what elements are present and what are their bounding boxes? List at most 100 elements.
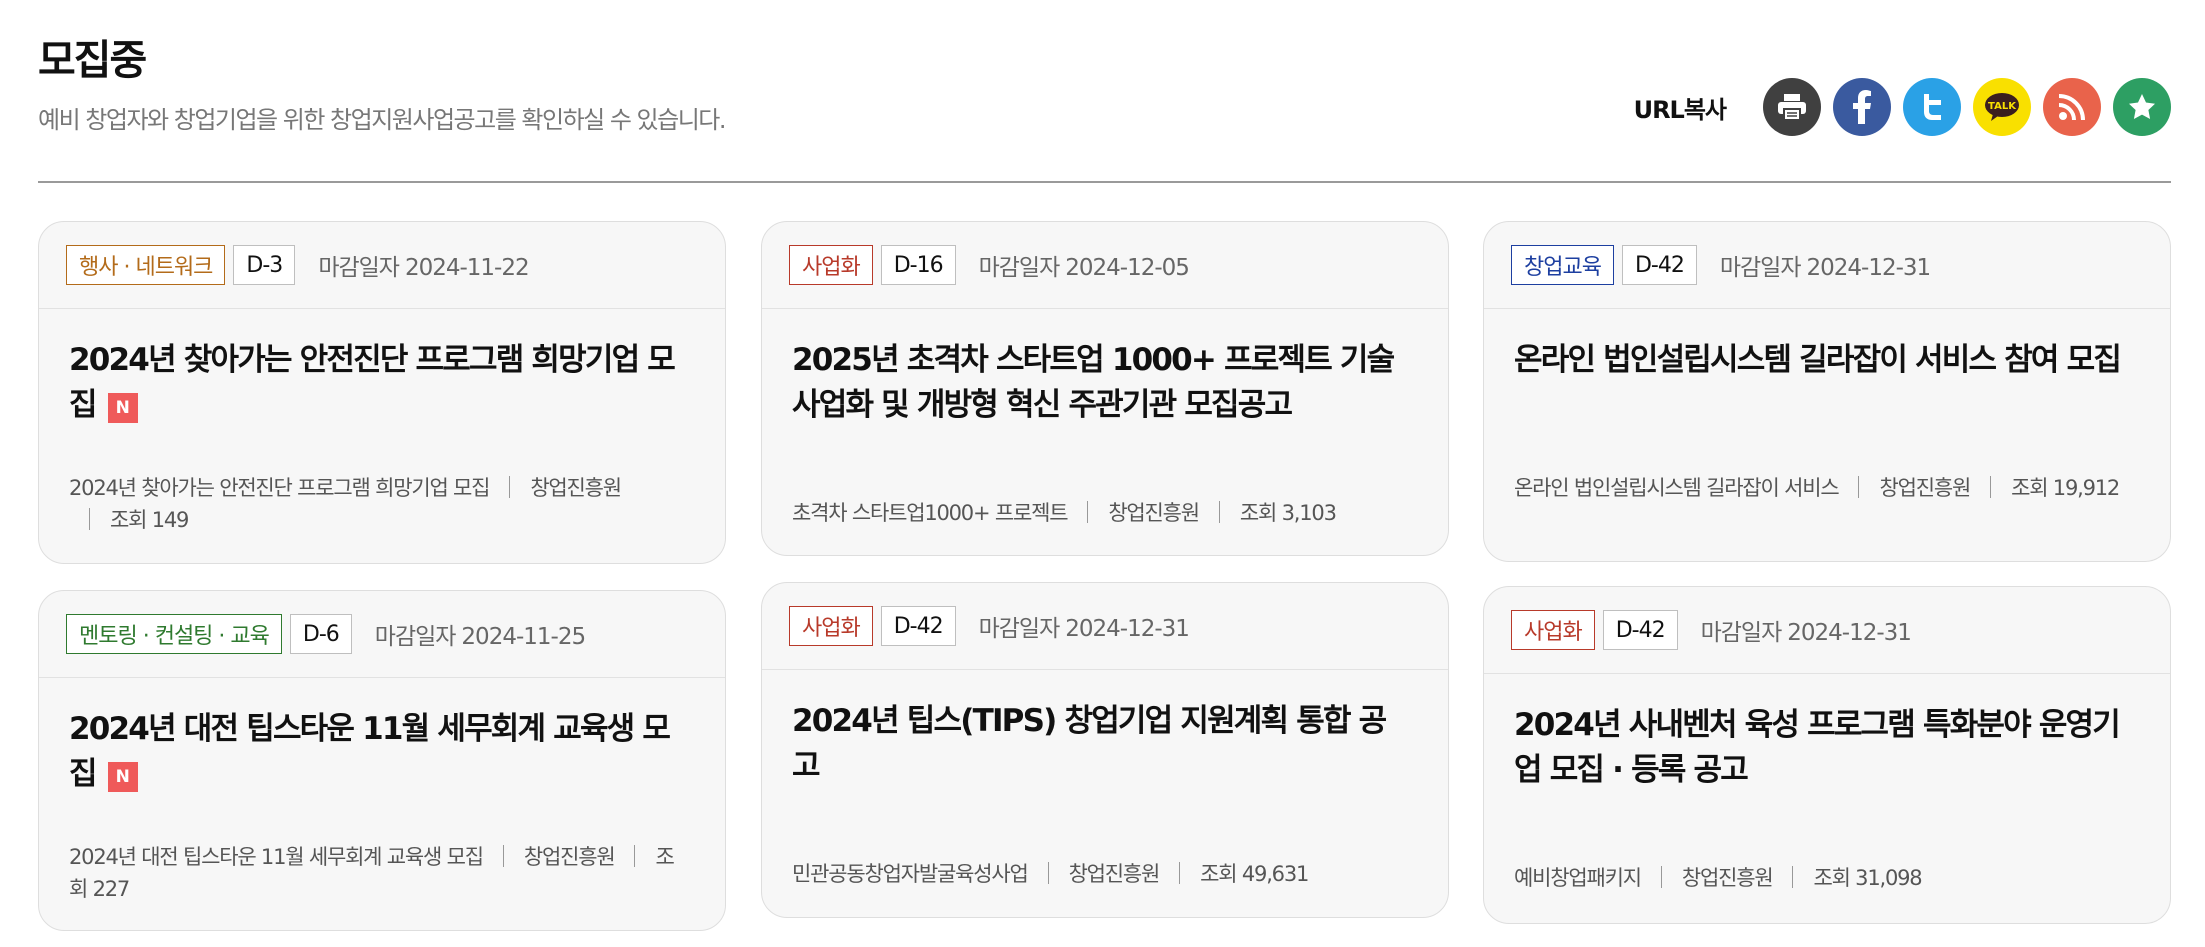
card-title-text: 2024년 사내벤처 육성 프로그램 특화분야 운영기업 모집 · 등록 공고 [1514,707,2121,788]
meta-divider [1087,501,1089,523]
card-meta: 2024년 대전 팁스타운 11월 세무회계 교육생 모집 창업진흥원 조회 227 [69,841,685,905]
deadline: 마감일자 2024-12-31 [1700,613,1912,647]
meta-divider [1660,866,1662,888]
deadline-label: 마감일자 [978,616,1061,642]
view-count: 조회 49,631 [1200,862,1309,886]
card-meta: 예비창업패키지 창업진흥원 조회 31,098 [1514,862,2130,894]
card-title[interactable]: 2024년 팁스(TIPS) 창업기업 지원계획 통합 공고 [792,699,1408,789]
meta-divider [634,845,636,867]
deadline-label: 마감일자 [318,255,400,281]
view-count: 조회 149 [110,508,189,532]
card-meta: 초격차 스타트업1000+ 프로젝트 창업진흥원 조회 3,103 [792,497,1408,529]
dday-badge: D-42 [880,606,956,646]
business-name: 초격차 스타트업1000+ 프로젝트 [792,501,1069,525]
dday-badge: D-16 [880,245,956,285]
card-header: 멘토링 · 컨설팅 · 교육 D-6 마감일자 2024-11-25 [39,591,725,678]
deadline-label: 마감일자 [374,624,457,650]
deadline: 마감일자 2024-12-31 [978,609,1190,643]
share-bar: URL복사 TALK [1634,77,2171,137]
organization: 창업진흥원 [1681,866,1774,890]
meta-divider [1990,476,1992,498]
meta-divider [502,845,504,867]
print-button[interactable] [1763,78,1821,136]
rss-button[interactable] [2043,78,2101,136]
card-title-text: 온라인 법인설립시스템 길라잡이 서비스 참여 모집 [1514,342,2122,378]
card-title[interactable]: 2024년 대전 팁스타운 11월 세무회계 교육생 모집 N [69,707,685,797]
category-badge: 사업화 [789,245,873,285]
business-name: 2024년 대전 팁스타운 11월 세무회계 교육생 모집 [69,845,484,869]
twitter-icon [1919,93,1945,121]
deadline-date: 2024-12-05 [1065,255,1190,281]
deadline-label: 마감일자 [978,255,1061,281]
card-title[interactable]: 2024년 사내벤처 육성 프로그램 특화분야 운영기업 모집 · 등록 공고 [1514,703,2130,793]
organization: 창업진흥원 [1108,501,1200,525]
print-icon [1776,92,1808,122]
kakaotalk-share-button[interactable]: TALK [1973,78,2031,136]
deadline: 마감일자 2024-12-05 [978,248,1190,282]
notice-card[interactable]: 창업교육 D-42 마감일자 2024-12-31 온라인 법인설립시스템 길라잡… [1483,221,2171,562]
dday-badge: D-6 [289,614,352,654]
category-badge: 사업화 [789,606,873,646]
meta-divider [1047,862,1049,884]
url-copy-button[interactable]: URL복사 [1634,90,1727,125]
deadline-date: 2024-11-22 [404,255,530,281]
deadline: 마감일자 2024-11-25 [374,617,586,651]
page-subtitle: 예비 창업자와 창업기업을 위한 창업지원사업공고를 확인하실 수 있습니다. [38,106,727,134]
notice-card[interactable]: 멘토링 · 컨설팅 · 교육 D-6 마감일자 2024-11-25 2024년 … [38,590,726,931]
card-title-text: 2024년 대전 팁스타운 11월 세무회계 교육생 모집 [69,711,671,792]
twitter-share-button[interactable] [1903,78,1961,136]
meta-divider [1858,476,1860,498]
favorite-button[interactable] [2113,78,2171,136]
organization: 창업진흥원 [1068,862,1161,886]
notice-card[interactable]: 사업화 D-42 마감일자 2024-12-31 2024년 팁스(TIPS) 창… [761,582,1449,918]
card-header: 행사 · 네트워크 D-3 마감일자 2024-11-22 [39,222,725,309]
card-header: 사업화 D-16 마감일자 2024-12-05 [762,222,1448,309]
card-meta: 온라인 법인설립시스템 길라잡이 서비스 창업진흥원 조회 19,912 [1514,472,2130,504]
rss-icon [2058,93,2086,121]
view-count: 조회 31,098 [1813,866,1922,890]
business-name: 민관공동창업자발굴육성사업 [792,862,1029,886]
deadline-date: 2024-12-31 [1787,620,1912,646]
organization: 창업진흥원 [1879,476,1971,500]
view-count: 조회 3,103 [1239,501,1337,525]
category-badge: 멘토링 · 컨설팅 · 교육 [66,614,282,654]
header-divider [38,181,2171,183]
card-title-text: 2024년 찾아가는 안전진단 프로그램 희망기업 모집 [69,342,676,423]
dday-badge: D-42 [1621,245,1697,285]
deadline-date: 2024-12-31 [1065,616,1190,642]
new-badge: N [107,762,138,792]
card-header: 사업화 D-42 마감일자 2024-12-31 [762,583,1448,670]
facebook-icon [1852,90,1872,124]
deadline: 마감일자 2024-11-22 [318,248,530,282]
business-name: 온라인 법인설립시스템 길라잡이 서비스 [1514,476,1840,500]
deadline: 마감일자 2024-12-31 [1720,248,1931,282]
page-title: 모집중 [38,36,147,84]
organization: 창업진흥원 [530,476,622,500]
card-title[interactable]: 2024년 찾아가는 안전진단 프로그램 희망기업 모집 N [69,338,685,428]
card-title[interactable]: 2025년 초격차 스타트업 1000+ 프로젝트 기술사업화 및 개방형 혁신… [792,338,1408,428]
dday-badge: D-3 [233,245,296,285]
card-header: 사업화 D-42 마감일자 2024-12-31 [1484,587,2170,674]
view-count: 조회 19,912 [2011,476,2120,500]
meta-divider [1218,501,1220,523]
card-meta: 2024년 찾아가는 안전진단 프로그램 희망기업 모집 창업진흥원조회 149 [69,472,685,536]
facebook-share-button[interactable] [1833,78,1891,136]
meta-divider [509,476,511,498]
card-title[interactable]: 온라인 법인설립시스템 길라잡이 서비스 참여 모집 [1514,338,2130,383]
notice-card[interactable]: 행사 · 네트워크 D-3 마감일자 2024-11-22 2024년 찾아가는 … [38,221,726,564]
business-name: 2024년 찾아가는 안전진단 프로그램 희망기업 모집 [69,476,491,500]
deadline-date: 2024-11-25 [461,624,586,650]
business-name: 예비창업패키지 [1514,866,1642,890]
deadline-date: 2024-12-31 [1806,255,1931,281]
card-title-text: 2025년 초격차 스타트업 1000+ 프로젝트 기술사업화 및 개방형 혁신… [792,342,1395,423]
card-header: 창업교육 D-42 마감일자 2024-12-31 [1484,222,2170,309]
notice-card[interactable]: 사업화 D-42 마감일자 2024-12-31 2024년 사내벤처 육성 프로… [1483,586,2171,924]
category-badge: 창업교육 [1511,245,1614,285]
category-badge: 사업화 [1511,610,1595,650]
notice-card[interactable]: 사업화 D-16 마감일자 2024-12-05 2025년 초격차 스타트업 1… [761,221,1449,556]
kakaotalk-icon-label: TALK [1988,101,2017,112]
deadline-label: 마감일자 [1700,620,1783,646]
meta-divider [1792,866,1794,888]
kakaotalk-icon: TALK [1984,92,2020,122]
category-badge: 행사 · 네트워크 [66,245,226,285]
